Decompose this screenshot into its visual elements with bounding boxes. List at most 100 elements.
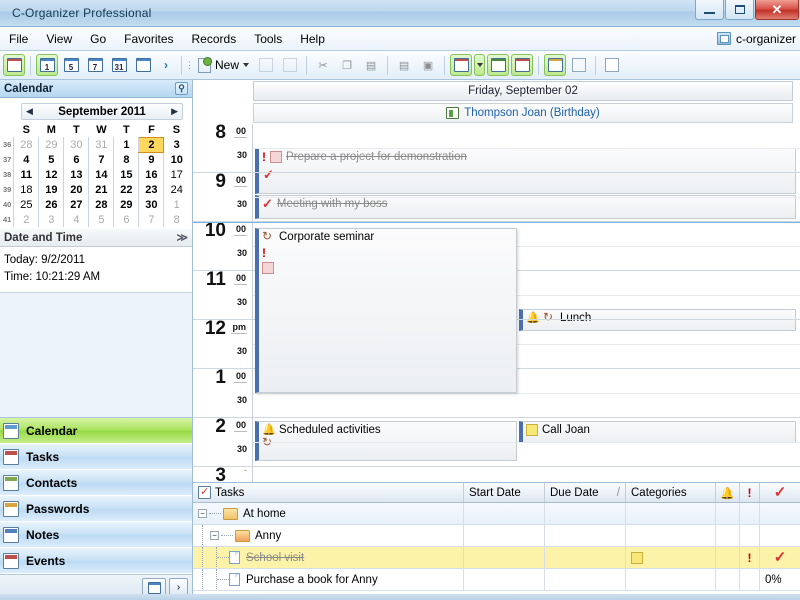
tasks-col-alarm[interactable]: 🔔 (716, 483, 740, 502)
table-row[interactable]: − Anny (193, 525, 800, 547)
hour-row[interactable]: 3 (193, 465, 252, 482)
mini-calendar-day[interactable]: 9 (138, 152, 164, 167)
clipboard-button[interactable]: ▣ (417, 54, 439, 76)
tasks-col-due-date[interactable]: Due Date / (545, 483, 626, 502)
tasks-col-categories[interactable]: Categories (626, 483, 716, 502)
menu-go[interactable]: Go (81, 29, 115, 49)
hour-row[interactable]: 2 00 30 (193, 416, 252, 467)
toolbar-day-view[interactable]: 1 (36, 54, 58, 76)
mini-calendar-day[interactable]: 8 (113, 152, 139, 167)
mini-calendar-day[interactable]: 26 (38, 197, 64, 212)
mini-calendar-day[interactable]: 28 (88, 197, 114, 212)
mini-calendar-day[interactable]: 29 (38, 137, 64, 152)
mini-calendar-day[interactable]: 18 (13, 182, 39, 197)
close-button[interactable]: ✕ (755, 0, 799, 20)
mini-calendar-day[interactable]: 24 (163, 182, 189, 197)
toolbar-workweek-view[interactable]: 5 (60, 54, 82, 76)
properties-button[interactable]: ▤ (393, 54, 415, 76)
maximize-button[interactable] (725, 0, 754, 20)
mini-calendar-day[interactable]: 30 (138, 197, 164, 212)
prev-month-button[interactable]: ◀ (26, 106, 33, 117)
mini-calendar-day[interactable]: 2 (13, 212, 39, 227)
contacts-toggle-button[interactable] (487, 54, 510, 76)
tree-toggle-2[interactable]: − (210, 529, 250, 542)
paste-button[interactable]: ▤ (360, 54, 382, 76)
mini-calendar-day[interactable]: 27 (63, 197, 89, 212)
minimize-button[interactable] (695, 0, 724, 20)
mini-calendar-day[interactable]: 23 (138, 182, 164, 197)
tasks-col-completed[interactable]: ✓ (760, 483, 800, 502)
mini-calendar-day[interactable]: 1 (113, 137, 139, 152)
mini-calendar-day[interactable]: 25 (13, 197, 39, 212)
menu-favorites[interactable]: Favorites (115, 29, 182, 49)
mini-calendar-day[interactable]: 7 (88, 152, 114, 167)
menu-file[interactable]: File (0, 29, 37, 49)
mini-calendar-day[interactable]: 7 (138, 212, 164, 227)
menu-help[interactable]: Help (291, 29, 334, 49)
appointment-lunch[interactable]: 🔔 ↻ Lunch (519, 309, 796, 331)
mini-calendar-day[interactable]: 29 (113, 197, 139, 212)
tasks-toggle-button[interactable] (450, 54, 473, 76)
toolbar-today-view[interactable] (3, 54, 25, 76)
mini-calendar-day[interactable]: 19 (38, 182, 64, 197)
hour-row[interactable]: 12 pm 30 (193, 318, 252, 369)
chevron-collapse-icon[interactable]: ≫ (176, 231, 188, 244)
toolbar-expand-button[interactable]: › (155, 58, 177, 72)
events-toggle-button[interactable] (511, 54, 534, 76)
appointment-scheduled-activities[interactable]: 🔔 Scheduled activities ↻ (255, 421, 517, 461)
mini-calendar-day[interactable]: 6 (63, 152, 89, 167)
filter-button[interactable] (568, 54, 590, 76)
mini-calendar-day[interactable]: 10 (163, 152, 189, 167)
table-row[interactable]: − At home (193, 503, 800, 525)
time-slots[interactable]: ! Prepare a project for demonstration ✓ … (193, 124, 800, 482)
mini-calendar-day[interactable]: 13 (63, 167, 89, 182)
sidebar-item-contacts[interactable]: Contacts (0, 470, 192, 496)
hour-row[interactable]: 11 00 30 (193, 269, 252, 320)
delete-button[interactable] (279, 54, 301, 76)
toolbar-week-view[interactable]: 7 (84, 54, 106, 76)
tasks-dropdown-button[interactable] (474, 54, 486, 76)
hour-row[interactable]: 9 00 30 (193, 171, 252, 222)
mini-calendar-day[interactable]: 3 (38, 212, 64, 227)
mini-calendar-day[interactable]: 12 (38, 167, 64, 182)
chevron-down-icon[interactable] (243, 63, 250, 67)
menu-tools[interactable]: Tools (245, 29, 291, 49)
tasks-col-start-date[interactable]: Start Date (464, 483, 545, 502)
preview-button[interactable] (601, 54, 623, 76)
copy-button[interactable]: ❐ (336, 54, 358, 76)
new-task-button[interactable] (544, 54, 567, 76)
appointment-corporate-seminar[interactable]: ↻ Corporate seminar ! (255, 228, 517, 393)
mini-calendar-day[interactable]: 3 (163, 137, 189, 152)
sidebar-item-passwords[interactable]: Passwords (0, 496, 192, 522)
appointment-meeting-boss[interactable]: ✓ Meeting with my boss (255, 195, 796, 219)
hour-row[interactable]: 8 00 30 (193, 124, 252, 173)
mini-calendar-day[interactable]: 21 (88, 182, 114, 197)
toolbar-year-view[interactable] (132, 54, 154, 76)
mini-calendar-day[interactable]: 14 (88, 167, 114, 182)
hour-row[interactable]: 10 00 30 (193, 220, 252, 271)
sidebar-item-notes[interactable]: Notes (0, 522, 192, 548)
mini-calendar-day[interactable]: 30 (63, 137, 89, 152)
sidebar-item-tasks[interactable]: Tasks (0, 444, 192, 470)
cut-button[interactable]: ✂ (312, 54, 334, 76)
mini-calendar-day[interactable]: 1 (163, 197, 189, 212)
mini-calendar-day[interactable]: 4 (63, 212, 89, 227)
pin-icon[interactable]: ⚲ (175, 82, 188, 95)
next-month-button[interactable]: ▶ (171, 106, 178, 117)
sidebar-item-calendar[interactable]: Calendar (0, 418, 192, 444)
mini-calendar-day[interactable]: 31 (88, 137, 114, 152)
account-indicator[interactable]: c-organizer (716, 32, 796, 46)
mini-calendar-day[interactable]: 11 (13, 167, 39, 182)
mini-calendar-day[interactable]: 15 (113, 167, 139, 182)
appointment-call-joan[interactable]: Call Joan (519, 421, 796, 443)
mini-calendar-day[interactable]: 20 (63, 182, 89, 197)
menu-records[interactable]: Records (183, 29, 246, 49)
menu-view[interactable]: View (37, 29, 81, 49)
mini-calendar-day[interactable]: 5 (88, 212, 114, 227)
mini-calendar-day[interactable]: 4 (13, 152, 39, 167)
expand-collapse-icon[interactable]: − (198, 509, 207, 518)
new-button[interactable]: New (193, 56, 254, 75)
table-row[interactable]: Purchase a book for Anny 0% (193, 569, 800, 591)
mini-calendar-day[interactable]: 8 (163, 212, 189, 227)
mini-calendar-day[interactable]: 5 (38, 152, 64, 167)
